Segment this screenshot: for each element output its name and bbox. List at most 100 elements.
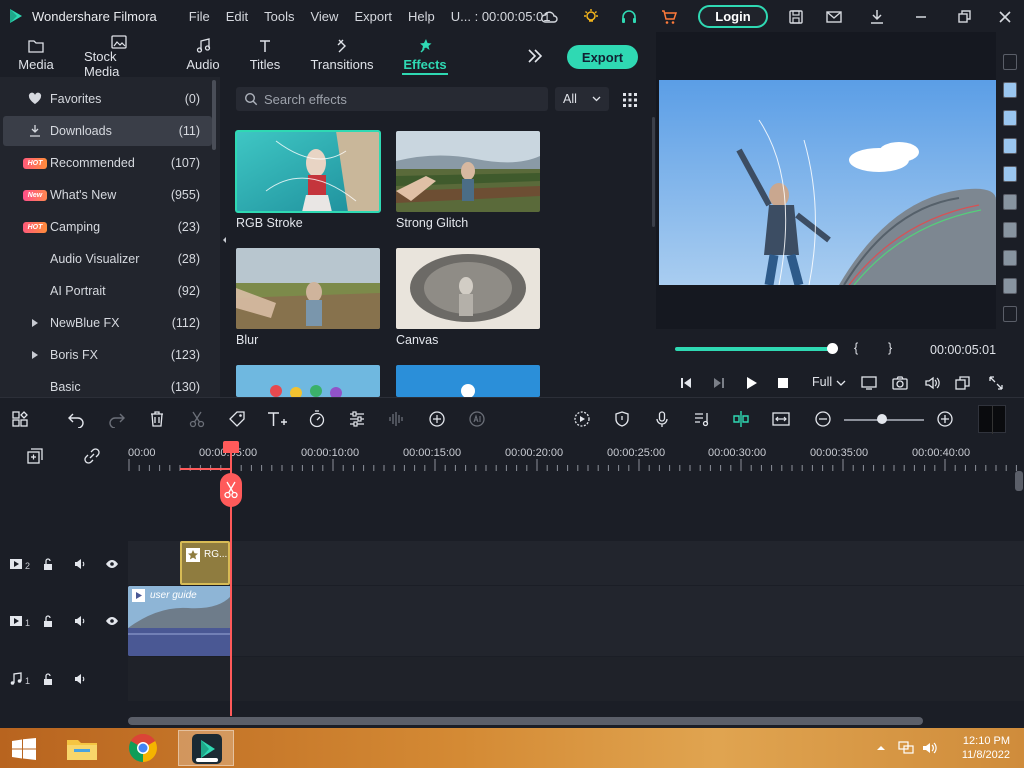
restore-icon[interactable] bbox=[955, 8, 973, 26]
link-icon[interactable] bbox=[83, 447, 101, 465]
previous-frame-icon[interactable] bbox=[678, 375, 694, 391]
menu-file[interactable]: File bbox=[189, 9, 210, 24]
effect-thumb-partial[interactable] bbox=[236, 365, 380, 397]
effect-thumb-rgb-stroke[interactable] bbox=[235, 130, 381, 213]
expand-arrow-icon[interactable] bbox=[32, 351, 38, 359]
microphone-icon[interactable] bbox=[653, 410, 671, 428]
category-camping[interactable]: HOT Camping (23) bbox=[0, 212, 212, 242]
expand-arrow-icon[interactable] bbox=[32, 319, 38, 327]
fullscreen-icon[interactable] bbox=[988, 375, 1004, 391]
effect-clip[interactable]: RG... bbox=[180, 541, 230, 585]
tag-icon[interactable] bbox=[228, 410, 246, 428]
category-boris-fx[interactable]: Boris FX (123) bbox=[0, 340, 212, 370]
category-downloads[interactable]: Downloads (11) bbox=[3, 116, 212, 146]
mark-in-button[interactable]: { bbox=[854, 341, 858, 355]
shield-icon[interactable] bbox=[613, 410, 631, 428]
lock-icon[interactable] bbox=[41, 614, 55, 628]
effect-thumb-canvas[interactable] bbox=[396, 248, 540, 329]
audio-waveform-icon[interactable] bbox=[387, 410, 405, 428]
category-recommended[interactable]: HOT Recommended (107) bbox=[0, 148, 212, 178]
speaker-icon[interactable] bbox=[73, 557, 87, 571]
login-button[interactable]: Login bbox=[698, 5, 768, 28]
taskbar-filmora[interactable] bbox=[178, 730, 234, 766]
voiceover-icon[interactable] bbox=[693, 410, 711, 428]
adjust-icon[interactable] bbox=[348, 410, 366, 428]
close-icon[interactable] bbox=[996, 8, 1014, 26]
cut-icon[interactable] bbox=[188, 410, 206, 428]
play-icon[interactable] bbox=[743, 375, 759, 391]
undo-icon[interactable] bbox=[67, 410, 85, 428]
system-clock[interactable]: 12:10 PM 11/8/2022 bbox=[962, 734, 1010, 762]
taskbar-file-explorer[interactable] bbox=[57, 730, 107, 766]
zoom-slider-knob[interactable] bbox=[877, 414, 887, 424]
mark-out-button[interactable]: } bbox=[888, 341, 892, 355]
picture-in-picture-icon[interactable] bbox=[955, 375, 971, 391]
category-favorites[interactable]: Favorites (0) bbox=[0, 84, 212, 114]
fit-timeline-icon[interactable] bbox=[772, 410, 790, 428]
preview-video[interactable] bbox=[659, 80, 996, 285]
tab-audio[interactable]: Audio bbox=[185, 32, 221, 77]
windows-start-icon[interactable] bbox=[11, 738, 37, 760]
add-track-icon[interactable] bbox=[26, 447, 44, 465]
effect-thumb-strong-glitch[interactable] bbox=[396, 131, 540, 212]
lock-icon[interactable] bbox=[41, 557, 55, 571]
taskbar-chrome[interactable] bbox=[118, 730, 168, 766]
export-button[interactable]: Export bbox=[567, 45, 638, 69]
video-clip[interactable]: user guide bbox=[128, 586, 231, 656]
redo-icon[interactable] bbox=[108, 410, 126, 428]
eye-icon[interactable] bbox=[105, 557, 119, 571]
volume-icon[interactable] bbox=[924, 375, 940, 391]
layout-icon[interactable] bbox=[11, 410, 29, 428]
tab-transitions[interactable]: Transitions bbox=[310, 32, 374, 77]
next-frame-icon[interactable] bbox=[711, 375, 727, 391]
double-chevron-right-icon[interactable] bbox=[527, 49, 543, 63]
search-box[interactable] bbox=[236, 87, 548, 111]
menu-help[interactable]: Help bbox=[408, 9, 435, 24]
save-icon[interactable] bbox=[787, 8, 805, 26]
cart-icon[interactable] bbox=[660, 8, 678, 26]
download-icon[interactable] bbox=[868, 8, 886, 26]
render-icon[interactable] bbox=[573, 410, 591, 428]
ai-icon[interactable] bbox=[468, 410, 486, 428]
zoom-in-icon[interactable] bbox=[936, 410, 954, 428]
tab-media[interactable]: Media bbox=[16, 32, 56, 77]
delete-icon[interactable] bbox=[148, 410, 166, 428]
menu-export[interactable]: Export bbox=[354, 9, 392, 24]
headset-icon[interactable] bbox=[620, 8, 638, 26]
chevron-up-icon[interactable] bbox=[876, 744, 886, 752]
mail-icon[interactable] bbox=[825, 8, 843, 26]
menu-tools[interactable]: Tools bbox=[264, 9, 294, 24]
camera-icon[interactable] bbox=[892, 375, 908, 391]
timeline-vertical-scrollbar[interactable] bbox=[1015, 471, 1023, 491]
grid-view-icon[interactable] bbox=[623, 93, 637, 107]
tab-titles[interactable]: Titles bbox=[249, 32, 281, 77]
split-button[interactable] bbox=[220, 473, 242, 507]
display-icon[interactable] bbox=[861, 375, 877, 391]
quality-select[interactable]: Full bbox=[812, 375, 832, 389]
network-icon[interactable] bbox=[898, 741, 914, 755]
tab-effects[interactable]: Effects bbox=[402, 32, 448, 77]
minimize-icon[interactable] bbox=[912, 8, 930, 26]
add-text-icon[interactable] bbox=[266, 410, 288, 428]
playback-progress-bar[interactable] bbox=[675, 347, 832, 351]
effects-scrollbar[interactable] bbox=[652, 117, 655, 227]
lightbulb-icon[interactable] bbox=[582, 8, 600, 26]
track-video-2[interactable] bbox=[128, 541, 1024, 585]
zoom-out-icon[interactable] bbox=[814, 410, 832, 428]
speaker-icon[interactable] bbox=[73, 672, 87, 686]
snap-icon[interactable] bbox=[732, 410, 750, 428]
category-whats-new[interactable]: New What's New (955) bbox=[0, 180, 212, 210]
effect-thumb-partial[interactable] bbox=[396, 365, 540, 397]
lock-icon[interactable] bbox=[41, 672, 55, 686]
tab-stock-media[interactable]: Stock Media bbox=[84, 32, 154, 79]
category-ai-portrait[interactable]: AI Portrait (92) bbox=[0, 276, 212, 306]
cloud-icon[interactable] bbox=[540, 8, 558, 26]
effect-thumb-blur[interactable] bbox=[236, 248, 380, 329]
speed-icon[interactable] bbox=[308, 410, 326, 428]
stop-icon[interactable] bbox=[775, 375, 791, 391]
color-icon[interactable] bbox=[428, 410, 446, 428]
chevron-down-icon[interactable] bbox=[836, 375, 846, 391]
track-audio-1[interactable] bbox=[128, 657, 1024, 701]
filter-select[interactable]: All bbox=[555, 87, 609, 111]
timeline-horizontal-scrollbar[interactable] bbox=[128, 717, 923, 725]
